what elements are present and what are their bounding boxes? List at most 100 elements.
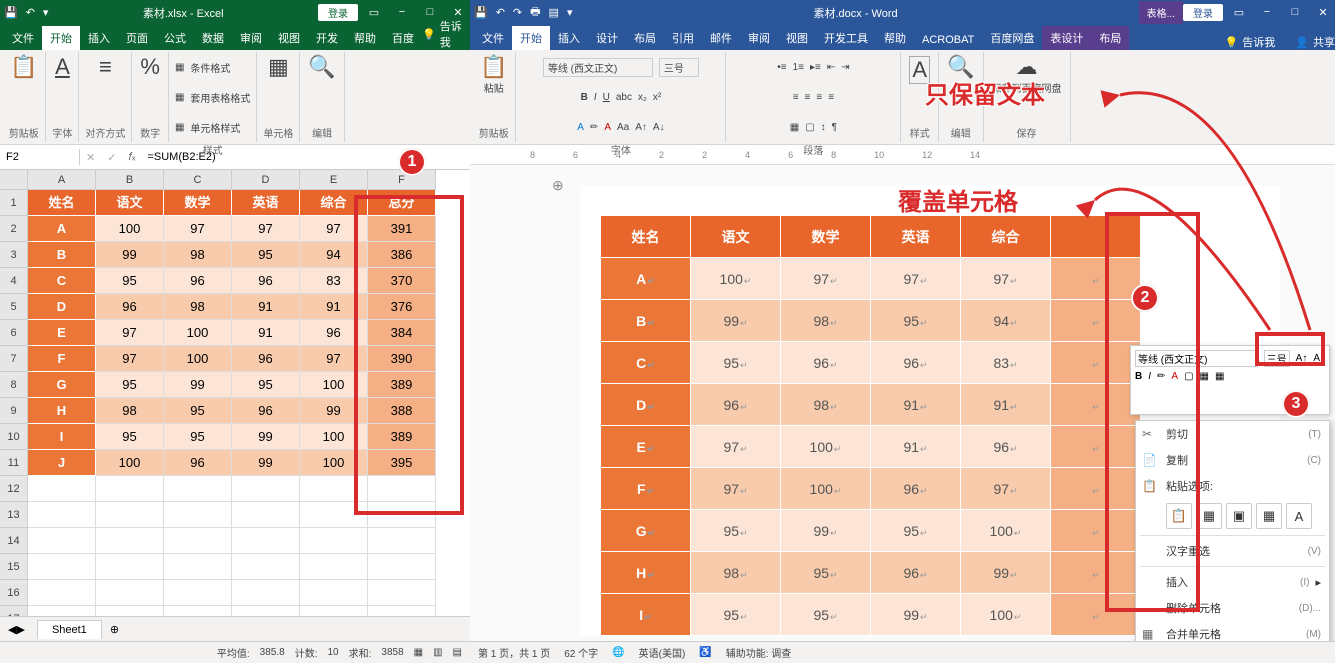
col-head[interactable]: F: [368, 170, 436, 190]
grow-font-button[interactable]: A↑: [635, 122, 647, 133]
name-box[interactable]: F2: [0, 149, 80, 165]
shading-button[interactable]: ▦: [790, 122, 799, 133]
word-table[interactable]: 姓名语文数学英语综合A↵100↵97↵97↵97↵↵B↵99↵98↵95↵94↵…: [600, 215, 1141, 636]
paste-opt-nest[interactable]: ▣: [1226, 503, 1252, 529]
edit-button[interactable]: 🔍: [306, 54, 337, 80]
save-icon[interactable]: 💾: [474, 6, 488, 19]
align-button[interactable]: ≡: [97, 54, 114, 80]
undo-icon[interactable]: ↶: [26, 6, 35, 19]
numbering-button[interactable]: 1≡: [793, 62, 804, 73]
lang-icon[interactable]: 🌐: [612, 647, 624, 658]
save-icon[interactable]: 💾: [4, 6, 18, 19]
new-sheet-icon[interactable]: ⊕: [110, 623, 119, 636]
tab-review[interactable]: 审阅: [740, 26, 778, 50]
sup-button[interactable]: x²: [653, 92, 661, 103]
tab-view[interactable]: 视图: [270, 26, 308, 50]
mini-border[interactable]: ▢: [1184, 371, 1193, 382]
shrink-font-icon[interactable]: A↓: [1313, 353, 1325, 364]
sheet-nav-prev-icon[interactable]: ◀: [8, 623, 16, 636]
mini-bold[interactable]: B: [1135, 371, 1142, 382]
tab-design[interactable]: 设计: [588, 26, 626, 50]
redo-icon[interactable]: ↷: [513, 6, 522, 19]
number-button[interactable]: %: [138, 54, 162, 80]
tab-insert[interactable]: 插入: [550, 26, 588, 50]
sheet-nav-next-icon[interactable]: ▶: [16, 623, 24, 636]
tab-home[interactable]: 开始: [42, 26, 80, 50]
bullets-button[interactable]: •≡: [777, 62, 786, 73]
baidu-save-button[interactable]: ☁保存到百度网盘: [990, 54, 1064, 97]
char-scale-button[interactable]: Aa: [617, 122, 629, 133]
clipboard-button[interactable]: 📋: [8, 54, 39, 80]
show-marks-button[interactable]: ¶: [832, 122, 837, 133]
tab-baidu[interactable]: 百度网盘: [982, 26, 1042, 50]
tab-tlayout[interactable]: 布局: [1091, 26, 1129, 50]
col-head[interactable]: E: [300, 170, 368, 190]
col-head[interactable]: D: [232, 170, 300, 190]
cancel-formula-icon[interactable]: ✕: [80, 151, 101, 164]
tab-dev[interactable]: 开发: [308, 26, 346, 50]
ctx-delcell[interactable]: 删除单元格(D)...: [1136, 595, 1329, 621]
tab-help[interactable]: 帮助: [346, 26, 384, 50]
table-format-button[interactable]: ▦套用表格格式: [175, 84, 250, 110]
view-normal-icon[interactable]: ▦: [414, 647, 423, 658]
mini-color[interactable]: A: [1171, 371, 1178, 382]
insert-button[interactable]: ▦: [1200, 371, 1209, 382]
align-center-button[interactable]: ≡: [805, 92, 811, 103]
tell-me-icon[interactable]: 💡: [1225, 36, 1239, 49]
fx-icon[interactable]: 𝑓ₓ: [122, 151, 141, 164]
shrink-font-button[interactable]: A↓: [653, 122, 665, 133]
strike-button[interactable]: abc: [616, 92, 632, 103]
paste-opt-text-only[interactable]: A: [1286, 503, 1312, 529]
col-head[interactable]: A: [28, 170, 96, 190]
mini-italic[interactable]: I: [1148, 371, 1151, 382]
tab-review[interactable]: 审阅: [232, 26, 270, 50]
font-size-select[interactable]: 三号: [659, 58, 699, 77]
ctx-copy[interactable]: 📄复制(C): [1136, 447, 1329, 473]
ctx-ime[interactable]: 汉字重选(V): [1136, 538, 1329, 564]
ctx-merge[interactable]: ▦合并单元格(M): [1136, 621, 1329, 641]
borders-button[interactable]: ▢: [805, 122, 814, 133]
tab-layout[interactable]: 布局: [626, 26, 664, 50]
font-button[interactable]: A: [53, 54, 72, 80]
qat-icon[interactable]: ▤: [549, 6, 559, 19]
minimize-icon[interactable]: −: [394, 6, 410, 19]
share-icon[interactable]: 👤: [1295, 36, 1309, 49]
word-login[interactable]: 登录: [1183, 4, 1223, 21]
excel-login[interactable]: 登录: [318, 4, 358, 21]
tab-help[interactable]: 帮助: [876, 26, 914, 50]
paste-opt-keep-source[interactable]: 📋: [1166, 503, 1192, 529]
underline-button[interactable]: U: [603, 92, 610, 103]
tab-insert[interactable]: 插入: [80, 26, 118, 50]
font-name-select[interactable]: 等线 (西文正文): [543, 58, 653, 77]
paste-opt-merge[interactable]: ▦: [1196, 503, 1222, 529]
cond-format-button[interactable]: ▦条件格式: [175, 54, 230, 80]
multilevel-button[interactable]: ▸≡: [810, 62, 821, 73]
col-head[interactable]: C: [164, 170, 232, 190]
window-options-icon[interactable]: ▭: [1231, 6, 1247, 19]
tab-view[interactable]: 视图: [778, 26, 816, 50]
qat-icon[interactable]: 🖶: [530, 3, 540, 22]
edit-button[interactable]: 🔍: [945, 54, 976, 80]
justify-button[interactable]: ≡: [828, 92, 834, 103]
table-handle-icon[interactable]: ⊕: [552, 177, 564, 194]
aux-icon[interactable]: ♿: [699, 647, 711, 658]
cell-style-button[interactable]: ▦单元格样式: [175, 114, 240, 140]
view-break-icon[interactable]: ▤: [453, 647, 462, 658]
tab-home[interactable]: 开始: [512, 26, 550, 50]
cells-button[interactable]: ▦: [266, 54, 291, 80]
ctx-insert[interactable]: 插入(I)▸: [1136, 569, 1329, 595]
italic-button[interactable]: I: [594, 92, 597, 103]
col-head[interactable]: B: [96, 170, 164, 190]
sub-button[interactable]: x₂: [638, 92, 647, 103]
word-ruler[interactable]: 86422468101214: [470, 145, 1335, 165]
view-page-icon[interactable]: ▥: [433, 647, 442, 658]
bold-button[interactable]: B: [581, 92, 588, 103]
highlight-button[interactable]: ✏: [590, 122, 598, 133]
tab-file[interactable]: 文件: [4, 26, 42, 50]
tab-data[interactable]: 数据: [194, 26, 232, 50]
tab-ref[interactable]: 引用: [664, 26, 702, 50]
tab-tell[interactable]: 告诉我: [440, 18, 470, 50]
maximize-icon[interactable]: □: [1287, 6, 1303, 19]
mini-font[interactable]: 等线 (西文正文): [1135, 350, 1258, 367]
dec-indent-button[interactable]: ⇤: [827, 62, 835, 73]
